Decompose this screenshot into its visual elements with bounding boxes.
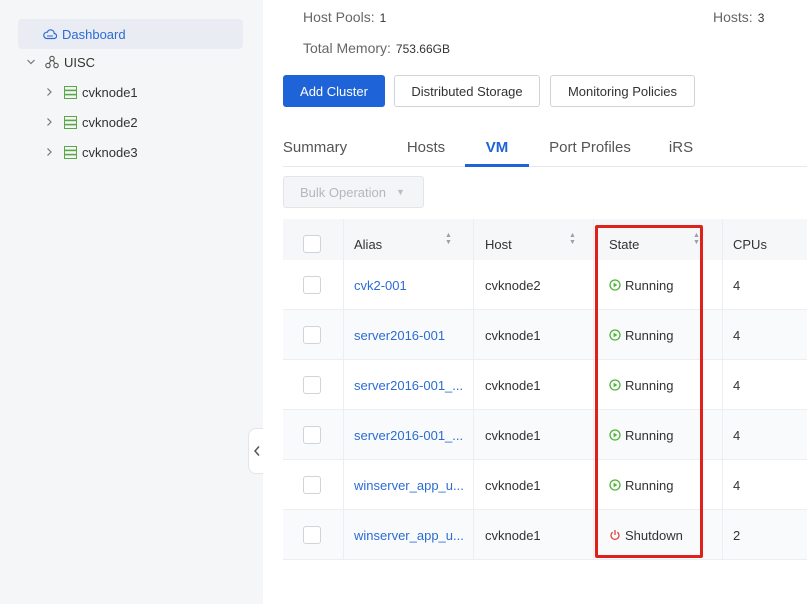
running-icon (609, 329, 621, 341)
vm-host: cvknode2 (485, 277, 541, 293)
total-memory-stat: Total Memory: 753.66GB (303, 40, 450, 56)
total-memory-value: 753.66GB (395, 42, 450, 56)
tab-summary[interactable]: Summary (283, 127, 347, 167)
vm-host: cvknode1 (485, 327, 541, 343)
total-memory-label: Total Memory: (303, 40, 391, 56)
table-row[interactable]: server2016-001 cvknode1 Running 4 (283, 310, 807, 360)
vm-state-label: Running (625, 477, 674, 493)
cluster-icon (44, 54, 60, 70)
sidebar-item-label: UISC (64, 54, 96, 70)
sidebar-item-label: cvknode2 (82, 114, 138, 130)
sidebar-collapse-button[interactable] (248, 428, 264, 474)
vm-cpus: 4 (733, 277, 741, 293)
vm-state-label: Running (625, 277, 674, 293)
tab-hosts[interactable]: Hosts (395, 127, 457, 167)
vm-alias-link[interactable]: server2016-001_... (354, 360, 469, 410)
host-pools-label: Host Pools: (303, 9, 375, 25)
vm-state-label: Running (625, 427, 674, 443)
table-row[interactable]: server2016-001_... cvknode1 Running 4 (283, 360, 807, 410)
hosts-stat: Hosts: 3 (713, 9, 764, 25)
row-checkbox[interactable] (303, 410, 323, 460)
hosts-value: 3 (757, 11, 765, 25)
vm-alias-link[interactable]: server2016-001_... (354, 410, 469, 460)
server-icon (62, 114, 78, 130)
table-row[interactable]: winserver_app_u... cvknode1 Running 4 (283, 460, 807, 510)
vm-cpus: 4 (733, 477, 741, 493)
vm-host: cvknode1 (485, 427, 541, 443)
running-icon (609, 479, 621, 491)
table-row[interactable]: server2016-001_... cvknode1 Running 4 (283, 410, 807, 460)
sidebar-item-label: Dashboard (62, 26, 126, 42)
vm-cpus: 2 (733, 527, 741, 543)
sort-host-icon[interactable]: ▲ ▼ (569, 232, 576, 246)
main-content: Host Pools: 1 Hosts: 3 Total Memory: 753.66… (263, 0, 807, 604)
table-row[interactable]: winserver_app_u... cvknode1 Shutdown 2 (283, 510, 807, 560)
running-icon (609, 429, 621, 441)
vm-state-label: Running (625, 377, 674, 393)
vm-alias-link[interactable]: winserver_app_u... (354, 460, 469, 510)
vm-alias-link[interactable]: cvk2-001 (354, 260, 469, 310)
sort-state-icon[interactable]: ▲ ▼ (693, 232, 700, 246)
sidebar-item-label: cvknode3 (82, 144, 138, 160)
vm-host: cvknode1 (485, 527, 541, 543)
server-icon (62, 84, 78, 100)
vm-cpus: 4 (733, 327, 741, 343)
chevron-right-icon[interactable] (42, 115, 56, 129)
active-tab-indicator (465, 164, 529, 167)
vm-alias-link[interactable]: winserver_app_u... (354, 510, 469, 560)
sidebar-item-cvknode1[interactable]: cvknode1 (42, 77, 138, 107)
sort-alias-icon[interactable]: ▲ ▼ (445, 232, 452, 246)
vm-state: Running (609, 260, 714, 310)
vm-state: Running (609, 310, 714, 360)
vm-state: Running (609, 410, 714, 460)
row-checkbox[interactable] (303, 260, 323, 310)
tab-port-profiles[interactable]: Port Profiles (547, 127, 633, 167)
vm-state-label: Shutdown (625, 527, 683, 543)
row-checkbox[interactable] (303, 360, 323, 410)
vm-host: cvknode1 (485, 477, 541, 493)
caret-down-icon: ▼ (396, 187, 405, 197)
bulk-operation-label: Bulk Operation (300, 184, 386, 200)
vm-state-label: Running (625, 327, 674, 343)
chevron-left-icon (253, 446, 260, 456)
distributed-storage-button[interactable]: Distributed Storage (394, 75, 540, 107)
add-cluster-button[interactable]: Add Cluster (283, 75, 385, 107)
tab-irs[interactable]: iRS (663, 127, 699, 167)
bulk-operation-dropdown[interactable]: Bulk Operation ▼ (283, 176, 424, 208)
running-icon (609, 279, 621, 291)
sidebar: Dashboard UISC cvknode1 cvknode2 cvknode… (0, 0, 263, 604)
vm-state: Running (609, 460, 714, 510)
sidebar-item-cvknode3[interactable]: cvknode3 (42, 137, 138, 167)
vm-alias-link[interactable]: server2016-001 (354, 310, 469, 360)
host-pools-stat: Host Pools: 1 (303, 9, 386, 25)
hosts-label: Hosts: (713, 9, 753, 25)
row-checkbox[interactable] (303, 510, 323, 560)
cloud-icon (42, 26, 58, 42)
sidebar-item-cvknode2[interactable]: cvknode2 (42, 107, 138, 137)
running-icon (609, 379, 621, 391)
vm-state: Running (609, 360, 714, 410)
power-off-icon (609, 529, 621, 541)
row-checkbox[interactable] (303, 310, 323, 360)
sidebar-item-uisc[interactable]: UISC (24, 47, 95, 77)
vm-host: cvknode1 (485, 377, 541, 393)
tab-bar: Summary Hosts VM Port Profiles iRS (283, 127, 807, 167)
chevron-right-icon[interactable] (42, 145, 56, 159)
sidebar-item-label: cvknode1 (82, 84, 138, 100)
host-pools-value: 1 (379, 11, 387, 25)
vm-cpus: 4 (733, 427, 741, 443)
chevron-right-icon[interactable] (42, 85, 56, 99)
table-row[interactable]: cvk2-001 cvknode2 Running 4 (283, 260, 807, 310)
chevron-down-icon[interactable] (24, 55, 38, 69)
vm-cpus: 4 (733, 377, 741, 393)
monitoring-policies-button[interactable]: Monitoring Policies (550, 75, 695, 107)
vm-state: Shutdown (609, 510, 714, 560)
row-checkbox[interactable] (303, 460, 323, 510)
server-icon (62, 144, 78, 160)
sidebar-item-dashboard[interactable]: Dashboard (18, 19, 243, 49)
tab-vm[interactable]: VM (465, 127, 529, 167)
